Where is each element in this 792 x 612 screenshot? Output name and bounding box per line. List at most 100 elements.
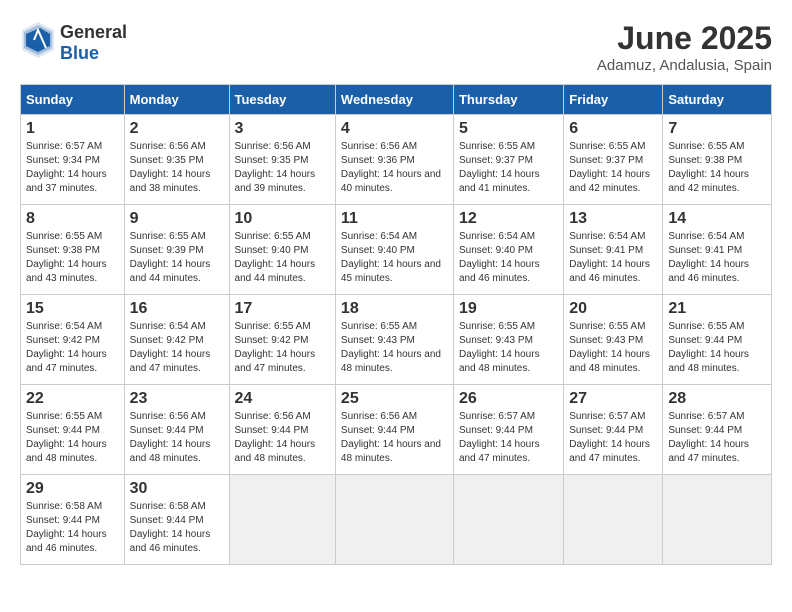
day-number: 12 (459, 210, 558, 228)
calendar-cell: 15 Sunrise: 6:54 AMSunset: 9:42 PMDaylig… (21, 295, 125, 385)
day-number: 24 (235, 390, 330, 408)
day-number: 9 (130, 210, 224, 228)
header: General Blue June 2025 Adamuz, Andalusia… (20, 20, 772, 74)
day-info: Sunrise: 6:55 AMSunset: 9:44 PMDaylight:… (668, 321, 749, 374)
calendar-cell: 12 Sunrise: 6:54 AMSunset: 9:40 PMDaylig… (453, 205, 563, 295)
day-info: Sunrise: 6:54 AMSunset: 9:40 PMDaylight:… (459, 231, 540, 284)
day-number: 17 (235, 300, 330, 318)
calendar-cell: 3 Sunrise: 6:56 AMSunset: 9:35 PMDayligh… (229, 115, 335, 205)
day-info: Sunrise: 6:56 AMSunset: 9:44 PMDaylight:… (341, 411, 441, 464)
day-info: Sunrise: 6:54 AMSunset: 9:41 PMDaylight:… (569, 231, 650, 284)
day-info: Sunrise: 6:55 AMSunset: 9:42 PMDaylight:… (235, 321, 316, 374)
calendar-cell: 1 Sunrise: 6:57 AMSunset: 9:34 PMDayligh… (21, 115, 125, 205)
calendar-week-row: 29 Sunrise: 6:58 AMSunset: 9:44 PMDaylig… (21, 475, 772, 565)
day-info: Sunrise: 6:55 AMSunset: 9:44 PMDaylight:… (26, 411, 107, 464)
day-info: Sunrise: 6:55 AMSunset: 9:38 PMDaylight:… (668, 141, 749, 194)
calendar-cell: 10 Sunrise: 6:55 AMSunset: 9:40 PMDaylig… (229, 205, 335, 295)
header-monday: Monday (124, 85, 229, 115)
day-number: 30 (130, 480, 224, 498)
calendar-cell: 28 Sunrise: 6:57 AMSunset: 9:44 PMDaylig… (663, 385, 772, 475)
day-number: 6 (569, 120, 657, 138)
title-area: June 2025 Adamuz, Andalusia, Spain (597, 20, 772, 74)
calendar-cell: 27 Sunrise: 6:57 AMSunset: 9:44 PMDaylig… (564, 385, 663, 475)
calendar-cell: 9 Sunrise: 6:55 AMSunset: 9:39 PMDayligh… (124, 205, 229, 295)
day-info: Sunrise: 6:54 AMSunset: 9:42 PMDaylight:… (26, 321, 107, 374)
calendar-week-row: 1 Sunrise: 6:57 AMSunset: 9:34 PMDayligh… (21, 115, 772, 205)
calendar-cell: 30 Sunrise: 6:58 AMSunset: 9:44 PMDaylig… (124, 475, 229, 565)
logo-graphic (20, 20, 56, 65)
header-friday: Friday (564, 85, 663, 115)
day-info: Sunrise: 6:57 AMSunset: 9:44 PMDaylight:… (668, 411, 749, 464)
header-wednesday: Wednesday (335, 85, 453, 115)
day-number: 7 (668, 120, 766, 138)
day-number: 29 (26, 480, 119, 498)
day-number: 21 (668, 300, 766, 318)
logo-blue: Blue (60, 43, 99, 63)
calendar-cell: 24 Sunrise: 6:56 AMSunset: 9:44 PMDaylig… (229, 385, 335, 475)
calendar-header-row: Sunday Monday Tuesday Wednesday Thursday… (21, 85, 772, 115)
calendar-cell: 18 Sunrise: 6:55 AMSunset: 9:43 PMDaylig… (335, 295, 453, 385)
day-number: 25 (341, 390, 448, 408)
day-number: 14 (668, 210, 766, 228)
day-info: Sunrise: 6:55 AMSunset: 9:43 PMDaylight:… (341, 321, 441, 374)
calendar-cell: 23 Sunrise: 6:56 AMSunset: 9:44 PMDaylig… (124, 385, 229, 475)
day-number: 28 (668, 390, 766, 408)
calendar-cell (453, 475, 563, 565)
day-info: Sunrise: 6:54 AMSunset: 9:41 PMDaylight:… (668, 231, 749, 284)
calendar-cell: 4 Sunrise: 6:56 AMSunset: 9:36 PMDayligh… (335, 115, 453, 205)
calendar-cell: 8 Sunrise: 6:55 AMSunset: 9:38 PMDayligh… (21, 205, 125, 295)
day-number: 13 (569, 210, 657, 228)
calendar-cell: 6 Sunrise: 6:55 AMSunset: 9:37 PMDayligh… (564, 115, 663, 205)
calendar-cell: 2 Sunrise: 6:56 AMSunset: 9:35 PMDayligh… (124, 115, 229, 205)
calendar-cell: 5 Sunrise: 6:55 AMSunset: 9:37 PMDayligh… (453, 115, 563, 205)
calendar-cell (229, 475, 335, 565)
day-number: 2 (130, 120, 224, 138)
day-number: 15 (26, 300, 119, 318)
calendar-week-row: 22 Sunrise: 6:55 AMSunset: 9:44 PMDaylig… (21, 385, 772, 475)
day-info: Sunrise: 6:54 AMSunset: 9:40 PMDaylight:… (341, 231, 441, 284)
day-number: 5 (459, 120, 558, 138)
day-info: Sunrise: 6:56 AMSunset: 9:44 PMDaylight:… (130, 411, 211, 464)
logo: General Blue (20, 20, 127, 65)
day-info: Sunrise: 6:58 AMSunset: 9:44 PMDaylight:… (130, 501, 211, 554)
calendar-cell (663, 475, 772, 565)
calendar-cell: 16 Sunrise: 6:54 AMSunset: 9:42 PMDaylig… (124, 295, 229, 385)
calendar-cell: 26 Sunrise: 6:57 AMSunset: 9:44 PMDaylig… (453, 385, 563, 475)
calendar-cell (564, 475, 663, 565)
page-subtitle: Adamuz, Andalusia, Spain (597, 57, 772, 74)
day-info: Sunrise: 6:55 AMSunset: 9:39 PMDaylight:… (130, 231, 211, 284)
calendar-cell: 21 Sunrise: 6:55 AMSunset: 9:44 PMDaylig… (663, 295, 772, 385)
header-tuesday: Tuesday (229, 85, 335, 115)
calendar-cell: 25 Sunrise: 6:56 AMSunset: 9:44 PMDaylig… (335, 385, 453, 475)
day-info: Sunrise: 6:58 AMSunset: 9:44 PMDaylight:… (26, 501, 107, 554)
calendar-cell: 14 Sunrise: 6:54 AMSunset: 9:41 PMDaylig… (663, 205, 772, 295)
calendar-cell: 17 Sunrise: 6:55 AMSunset: 9:42 PMDaylig… (229, 295, 335, 385)
day-info: Sunrise: 6:55 AMSunset: 9:43 PMDaylight:… (459, 321, 540, 374)
day-number: 22 (26, 390, 119, 408)
day-info: Sunrise: 6:56 AMSunset: 9:36 PMDaylight:… (341, 141, 441, 194)
day-number: 4 (341, 120, 448, 138)
day-number: 3 (235, 120, 330, 138)
day-number: 18 (341, 300, 448, 318)
page-title: June 2025 (597, 20, 772, 57)
logo-general: General (60, 22, 127, 42)
day-info: Sunrise: 6:55 AMSunset: 9:37 PMDaylight:… (569, 141, 650, 194)
day-number: 11 (341, 210, 448, 228)
header-saturday: Saturday (663, 85, 772, 115)
day-number: 16 (130, 300, 224, 318)
day-info: Sunrise: 6:56 AMSunset: 9:44 PMDaylight:… (235, 411, 316, 464)
day-number: 19 (459, 300, 558, 318)
day-number: 8 (26, 210, 119, 228)
day-number: 20 (569, 300, 657, 318)
logo-text: General Blue (60, 22, 127, 64)
day-number: 27 (569, 390, 657, 408)
day-info: Sunrise: 6:57 AMSunset: 9:44 PMDaylight:… (569, 411, 650, 464)
calendar-week-row: 15 Sunrise: 6:54 AMSunset: 9:42 PMDaylig… (21, 295, 772, 385)
day-info: Sunrise: 6:54 AMSunset: 9:42 PMDaylight:… (130, 321, 211, 374)
day-info: Sunrise: 6:55 AMSunset: 9:37 PMDaylight:… (459, 141, 540, 194)
day-number: 1 (26, 120, 119, 138)
day-info: Sunrise: 6:57 AMSunset: 9:44 PMDaylight:… (459, 411, 540, 464)
calendar-cell: 20 Sunrise: 6:55 AMSunset: 9:43 PMDaylig… (564, 295, 663, 385)
header-sunday: Sunday (21, 85, 125, 115)
header-thursday: Thursday (453, 85, 563, 115)
